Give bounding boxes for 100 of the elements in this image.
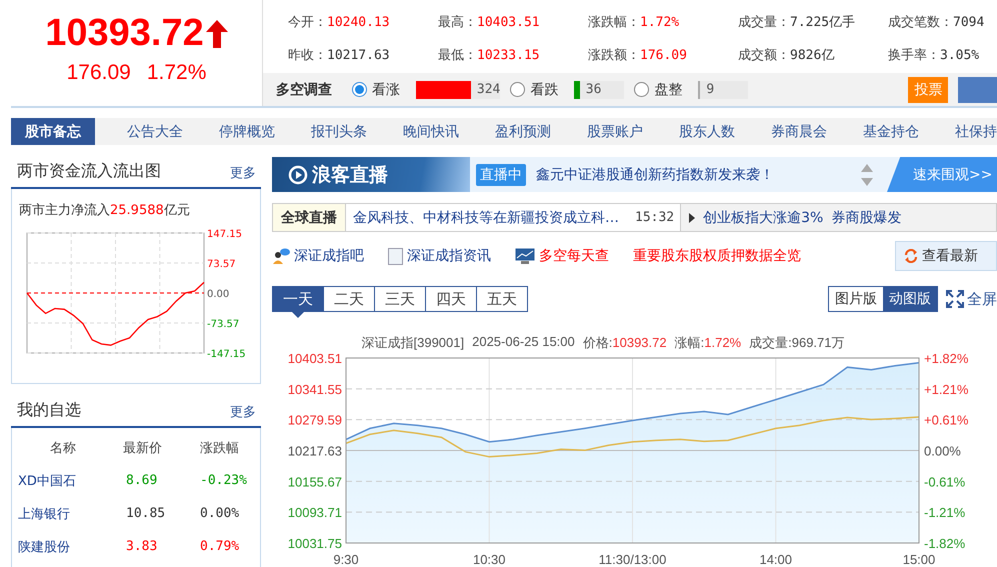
fullscreen-link[interactable]: 全屏 <box>946 290 997 308</box>
index-name: 深证成指[399001] <box>362 334 464 352</box>
stat-item: 昨收：10217.63 <box>288 46 391 64</box>
stock-name[interactable]: 陕建股份 <box>12 538 107 556</box>
quick-link[interactable]: 多空每天查 <box>515 247 609 265</box>
vote-count: 324 <box>476 82 500 97</box>
nav-link[interactable]: 社保持 <box>939 118 997 145</box>
quick-link[interactable]: 深证成指吧 <box>272 247 364 265</box>
chart-monitor-icon <box>515 248 535 264</box>
user-chat-icon <box>272 248 290 264</box>
option-label: 看涨 <box>372 80 400 98</box>
axis-label: 0.00% <box>924 444 961 458</box>
nav-link[interactable]: 报刊头条 <box>295 118 383 145</box>
nav-link[interactable]: 公告大全 <box>111 118 199 145</box>
axis-label: 10341.55 <box>288 382 342 397</box>
chart-volume: 成交量:969.71万 <box>749 334 844 352</box>
brand-name: 浪客直播 <box>312 162 388 188</box>
document-icon <box>388 248 403 264</box>
news-headline[interactable]: 金风科技、中材科技等在新疆投资成立科… <box>346 204 619 231</box>
axis-label: 147.15 <box>207 229 242 240</box>
axis-label: -1.21% <box>924 505 966 520</box>
price-change: 176.09 <box>66 61 131 85</box>
range-tab[interactable]: 三天 <box>374 286 426 312</box>
range-tab[interactable]: 二天 <box>323 286 375 312</box>
live-label: 全球直播 <box>273 204 346 231</box>
change-percent: 1.72% <box>146 61 206 85</box>
option-label: 盘整 <box>654 80 682 98</box>
option-label: 看跌 <box>530 80 558 98</box>
nav-link[interactable]: 停牌概览 <box>203 118 291 145</box>
news-link[interactable]: 创业板指大涨逾3% <box>703 208 824 226</box>
tab-pointer-icon <box>292 312 304 318</box>
quick-link[interactable]: 重要股东股权质押数据全览 <box>633 247 801 265</box>
nav-link[interactable]: 晚间快讯 <box>387 118 475 145</box>
nav-link[interactable]: 基金持仓 <box>847 118 935 145</box>
axis-label: +1.21% <box>924 382 968 397</box>
stock-name[interactable]: XD中国石 <box>12 472 107 490</box>
axis-label: 73.57 <box>207 259 236 270</box>
index-price: 10393.72 <box>45 12 204 55</box>
table-cell-text: 8.69 <box>125 473 158 488</box>
stat-item: 最高：10403.51 <box>438 14 541 30</box>
nav-link[interactable]: 股票账户 <box>571 118 659 145</box>
survey-title: 多空调查 <box>276 80 332 98</box>
more-link[interactable]: 更多 <box>230 403 256 421</box>
table-cell-text: 10.85 <box>125 506 166 521</box>
range-tab[interactable]: 四天 <box>425 286 477 312</box>
radio-button[interactable] <box>510 82 526 97</box>
vote-count: 9 <box>706 82 714 97</box>
axis-label: 11:30/13:00 <box>598 552 666 567</box>
nav-link[interactable]: 股市备忘 <box>11 118 95 145</box>
refresh-button[interactable]: 查看最新 <box>895 241 997 271</box>
table-cell-text: 3.83 <box>125 539 158 554</box>
column-header: 名称 <box>49 440 77 456</box>
panel-title: 我的自选 <box>17 400 81 421</box>
stat-item: 成交额：9826亿 <box>738 46 836 64</box>
refresh-icon <box>904 249 918 263</box>
play-icon <box>689 212 696 222</box>
news-link[interactable]: 券商股爆发 <box>831 208 902 226</box>
more-link[interactable]: 更多 <box>230 164 256 182</box>
quick-link[interactable]: 深证成指资讯 <box>388 247 491 265</box>
range-tab[interactable]: 五天 <box>476 286 528 312</box>
stat-item: 涨跌额：176.09 <box>588 46 688 64</box>
radio-button[interactable] <box>352 82 367 97</box>
column-header: 最新价 <box>122 440 163 456</box>
axis-label: 10031.75 <box>288 536 342 551</box>
radio-button[interactable] <box>634 82 650 97</box>
live-badge: 直播中 <box>476 164 526 186</box>
stock-name[interactable]: 上海银行 <box>12 504 107 522</box>
nav-link[interactable]: 股东人数 <box>663 118 751 145</box>
chart-price: 价格:10393.72 <box>582 334 667 352</box>
view-toggle[interactable]: 动图版 <box>883 287 937 311</box>
stat-item: 成交量：7.225亿手 <box>738 14 856 30</box>
fullscreen-icon <box>946 290 964 308</box>
chart-change: 涨幅:1.72% <box>674 334 742 352</box>
axis-label: 9:30 <box>333 552 359 567</box>
axis-label: 10:30 <box>472 552 506 567</box>
axis-label: 10403.51 <box>288 352 342 366</box>
news-time: 15:32 <box>634 209 676 227</box>
nav-link[interactable]: 券商晨会 <box>755 118 843 145</box>
up-down-arrows-icon <box>861 164 873 186</box>
table-cell-text: -0.23% <box>199 473 248 488</box>
axis-label: 14:00 <box>759 552 792 567</box>
axis-label: 10155.67 <box>288 474 342 490</box>
panel-title: 两市资金流入流出图 <box>17 161 161 182</box>
axis-label: +0.61% <box>924 412 968 428</box>
table-cell-text: 0.79% <box>199 539 240 554</box>
axis-label: 10217.63 <box>288 444 342 458</box>
column-header: 涨跌幅 <box>199 440 240 456</box>
axis-label: -1.82% <box>924 536 966 551</box>
stat-item: 换手率：3.05% <box>888 46 980 64</box>
nav-link[interactable]: 盈利预测 <box>479 118 567 145</box>
axis-label: +1.82% <box>924 352 968 366</box>
axis-label: 15:00 <box>902 552 936 567</box>
stat-item: 涨跌幅：1.72% <box>588 14 680 30</box>
stat-item: 最低：10233.15 <box>438 46 541 64</box>
banner-headline: 鑫元中证港股通创新药指数新发来袭！ <box>536 166 775 184</box>
play-icon <box>288 164 308 184</box>
axis-label: 10093.71 <box>288 505 342 520</box>
vote-count: 36 <box>586 82 602 97</box>
axis-label: -0.61% <box>924 474 966 490</box>
flow-caption: 两市主力净流入25.9588亿元 <box>19 202 191 219</box>
